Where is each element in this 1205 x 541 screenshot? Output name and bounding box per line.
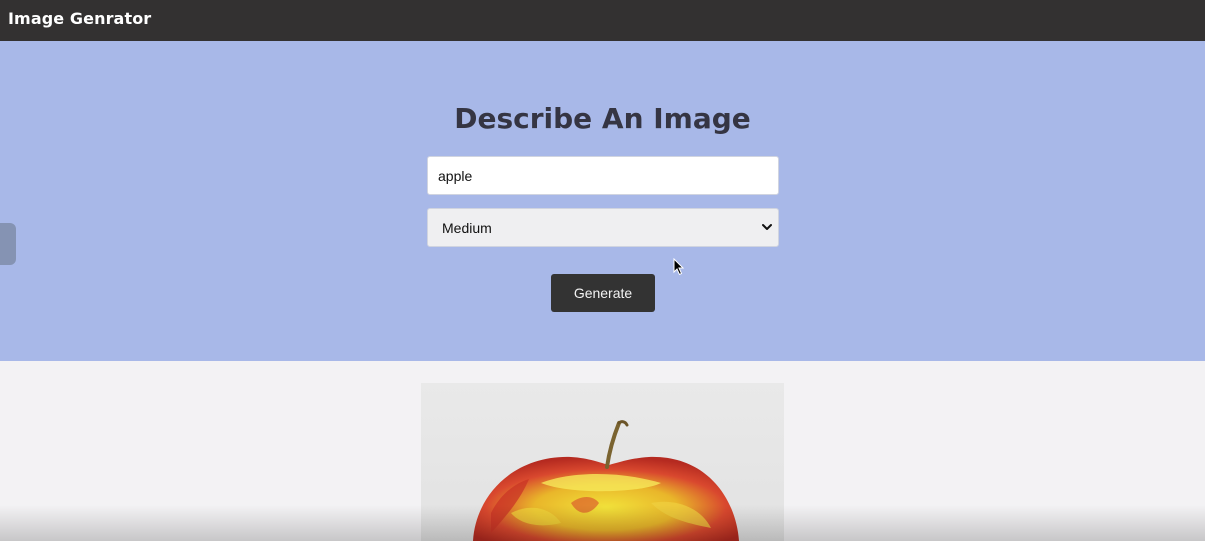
mouse-cursor-icon [673, 258, 685, 276]
size-select[interactable]: Medium [427, 208, 779, 247]
navbar: Image Genrator [0, 0, 1205, 41]
size-select-value: Medium [442, 220, 492, 236]
page-heading: Describe An Image [454, 102, 751, 135]
hero-section [0, 41, 1205, 361]
generated-image [421, 383, 784, 541]
side-drawer-tab[interactable] [0, 223, 16, 265]
generate-button[interactable]: Generate [551, 274, 655, 312]
prompt-input[interactable] [427, 156, 779, 195]
app-title[interactable]: Image Genrator [8, 9, 151, 28]
apple-image [473, 420, 739, 541]
chevron-down-icon [762, 224, 772, 230]
